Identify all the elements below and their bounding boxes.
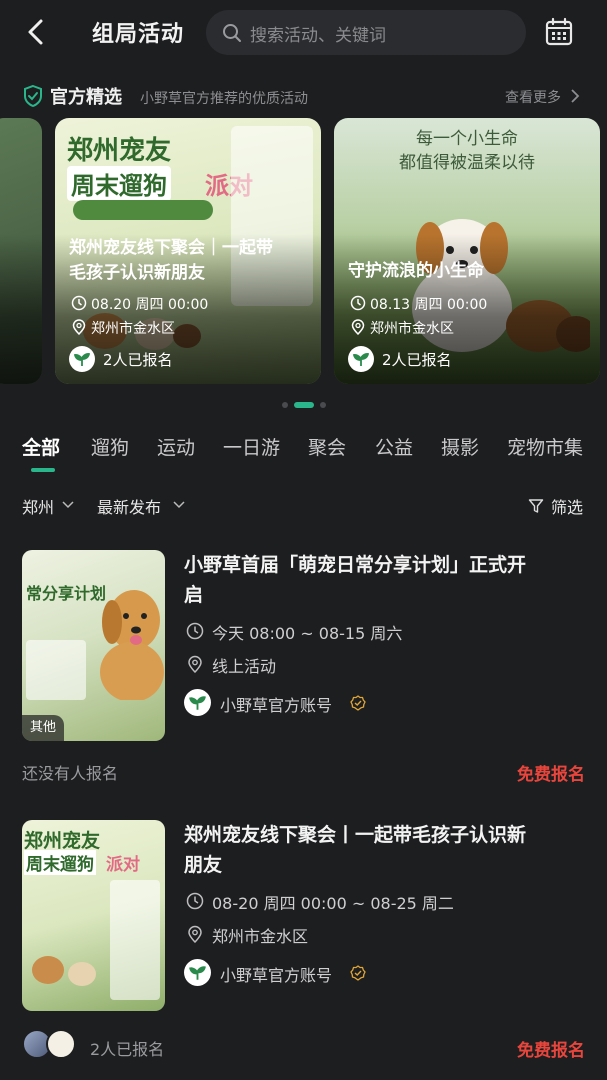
card-location-text: 郑州市金水区 [370, 321, 454, 337]
card-date-text: 08.20 周四 00:00 [91, 297, 209, 313]
card-enrolled-text: 2人已报名 [382, 351, 452, 369]
clock-icon [186, 892, 204, 910]
chevron-down-icon[interactable] [62, 501, 74, 509]
card-date-text: 08.13 周四 00:00 [370, 297, 488, 313]
location-pin-icon [188, 925, 202, 943]
chevron-right-icon[interactable] [570, 88, 580, 104]
search-icon [223, 24, 241, 42]
location-pin-icon [351, 319, 365, 335]
poster-headline-2: 周末遛狗 [67, 166, 171, 201]
clock-icon [71, 295, 87, 311]
carousel-card-meetup[interactable]: 郑州宠友 周末遛狗 派对 郑州宠友线下聚会｜一起带 毛孩子认识新朋友 08.20… [55, 118, 321, 384]
activity-title-line[interactable]: 朋友 [184, 850, 589, 880]
tab-walk-dog[interactable]: 遛狗 [91, 433, 129, 460]
thumb-info-panel [110, 880, 160, 1000]
activity-time-text: 08-20 周四 00:00 ~ 08-25 周二 [212, 894, 454, 913]
card-enrolled-text: 2人已报名 [103, 351, 173, 369]
leaf-logo-icon [352, 353, 370, 366]
tab-charity[interactable]: 公益 [375, 433, 413, 460]
poster-quote-1: 每一个小生命 [416, 129, 518, 149]
golden-retriever-illustration [100, 590, 164, 700]
picks-title: 官方精选 [50, 87, 122, 108]
search-placeholder[interactable]: 搜索活动、关键词 [250, 21, 386, 46]
top-bar: 组局活动 搜索活动、关键词 [0, 0, 607, 66]
official-picks-header: 官方精选 小野草官方推荐的优质活动 查看更多 [0, 82, 607, 112]
organizer-avatar [184, 959, 211, 986]
category-tabs: 全部 遛狗 运动 一日游 聚会 公益 摄影 宠物市集 [0, 430, 607, 474]
verified-shield-icon [24, 84, 42, 108]
filter-bar: 郑州 最新发布 筛选 [0, 494, 607, 520]
organizer-name: 小野草官方账号 [220, 966, 333, 985]
carousel-dot[interactable] [281, 402, 288, 408]
dogs-illustration [32, 956, 96, 986]
leaf-logo-icon [189, 966, 206, 980]
verified-badge-icon [350, 695, 366, 711]
activity-title-line[interactable]: 启 [184, 580, 589, 610]
carousel-dot-active[interactable] [293, 402, 314, 408]
filter-button[interactable]: 筛选 [551, 494, 583, 518]
activity-location-text: 郑州市金水区 [212, 927, 309, 946]
back-arrow-icon[interactable] [22, 16, 52, 48]
organizer-name: 小野草官方账号 [220, 696, 333, 715]
activity-thumbnail[interactable]: 郑州宠友 周末遛狗 派对 [22, 820, 165, 1011]
tab-pet-market[interactable]: 宠物市集 [507, 433, 583, 460]
card-title-line: 毛孩子认识新朋友 [69, 263, 205, 283]
funnel-filter-icon[interactable] [528, 498, 544, 514]
card-location-text: 郑州市金水区 [91, 321, 175, 337]
card-title-line: 郑州宠友线下聚会｜一起带 [69, 238, 273, 258]
city-filter[interactable]: 郑州 [22, 494, 54, 518]
activity-location-text: 线上活动 [212, 657, 277, 676]
leaf-logo-icon [73, 353, 91, 366]
see-more-link[interactable]: 查看更多 [505, 87, 561, 107]
activity-time-text: 今天 08:00 ~ 08-15 周六 [212, 624, 403, 643]
free-signup-button[interactable]: 免费报名 [517, 760, 585, 785]
activity-title-line[interactable]: 小野草首届「萌宠日常分享计划」正式开 [184, 550, 589, 580]
tab-all[interactable]: 全部 [22, 433, 60, 460]
carousel-dot[interactable] [319, 402, 326, 408]
leaf-logo-icon [189, 696, 206, 710]
tab-photography[interactable]: 摄影 [441, 433, 479, 460]
signup-count: 2人已报名 [90, 1040, 165, 1059]
activity-thumbnail[interactable]: 常分享计划 其他 [22, 550, 165, 741]
organizer-avatar [184, 689, 211, 716]
clock-icon [186, 622, 204, 640]
carousel-card-stray[interactable]: 每一个小生命 都值得被温柔以待 守护流浪的小生命 08.13 周四 00:00 … [334, 118, 600, 384]
chevron-down-icon[interactable] [173, 501, 185, 509]
location-pin-icon [188, 655, 202, 673]
thumb-headline: 郑州宠友 [24, 830, 101, 852]
organizer-logo [348, 346, 374, 372]
sort-filter[interactable]: 最新发布 [97, 494, 161, 518]
picks-subtitle: 小野草官方推荐的优质活动 [140, 91, 308, 107]
thumb-headline-3: 派对 [106, 855, 140, 875]
thumb-info-panel [26, 640, 86, 700]
verified-badge-icon [350, 965, 366, 981]
location-pin-icon [72, 319, 86, 335]
page-title: 组局活动 [92, 22, 185, 47]
card-title-line: 守护流浪的小生命 [348, 261, 484, 281]
free-signup-button[interactable]: 免费报名 [517, 1036, 585, 1061]
active-tab-indicator [31, 468, 55, 472]
tab-party[interactable]: 聚会 [308, 433, 346, 460]
carousel-card-partial[interactable] [0, 118, 42, 384]
poster-quote-2: 都值得被温柔以待 [399, 153, 535, 173]
carousel-indicator [0, 402, 607, 408]
activity-title-line[interactable]: 郑州宠友线下聚会丨一起带毛孩子认识新 [184, 820, 589, 850]
tab-day-trip[interactable]: 一日游 [223, 433, 280, 460]
calendar-icon[interactable] [545, 17, 573, 47]
category-badge: 其他 [22, 715, 64, 741]
signup-count: 还没有人报名 [22, 764, 119, 783]
organizer-logo [69, 346, 95, 372]
card-shade [0, 234, 42, 384]
avatar [46, 1029, 76, 1059]
thumb-headline-2: 周末遛狗 [24, 850, 96, 875]
poster-headline: 郑州宠友 [67, 136, 172, 166]
search-bar[interactable]: 搜索活动、关键词 [206, 10, 526, 55]
poster-banner [73, 200, 213, 220]
clock-icon [350, 295, 366, 311]
tab-sports[interactable]: 运动 [157, 433, 195, 460]
